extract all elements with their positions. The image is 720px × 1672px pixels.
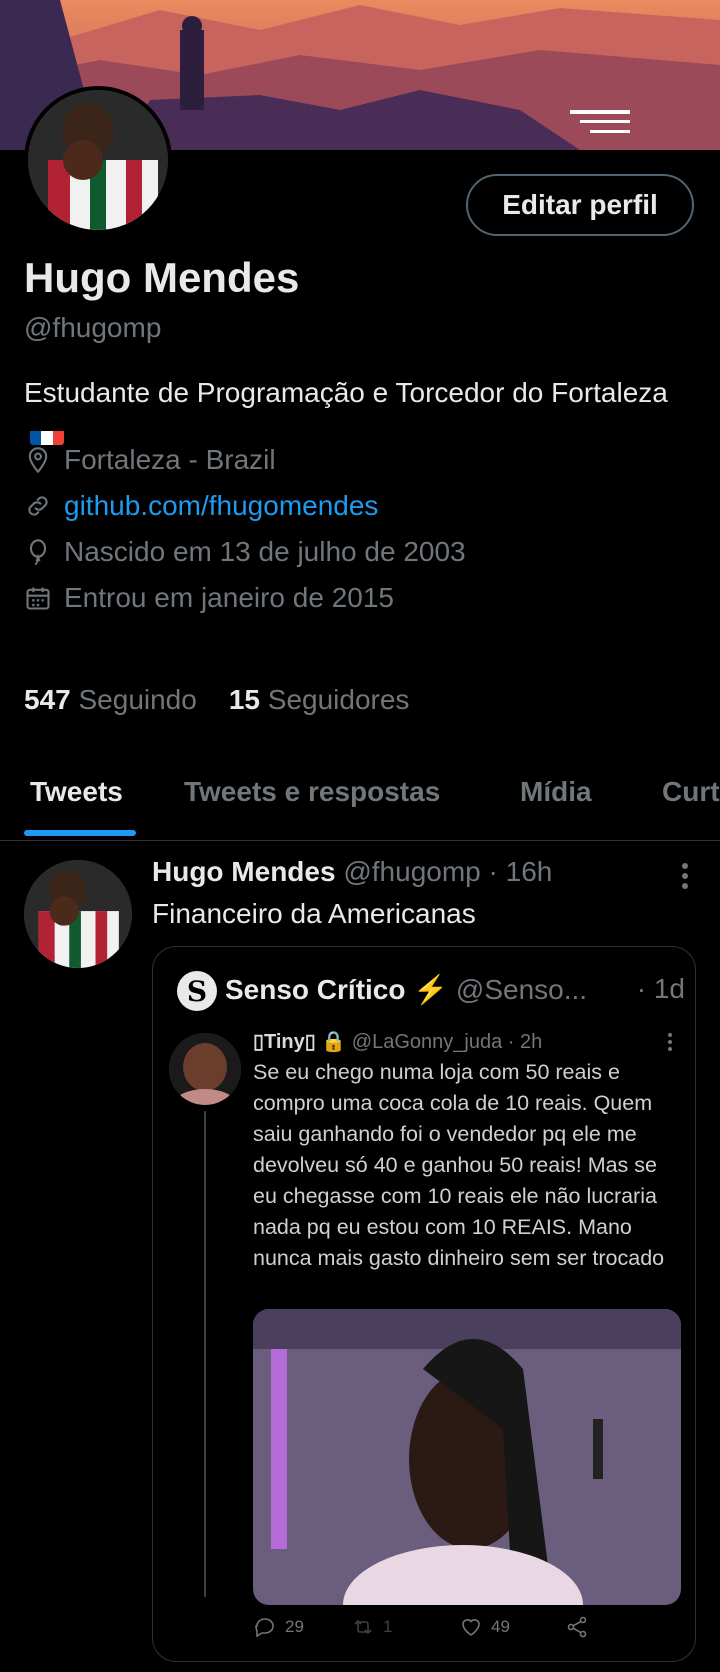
active-tab-indicator — [24, 830, 136, 836]
inner-author-name: ▯Tiny▯ 🔒 — [253, 1031, 347, 1053]
bio-text: Estudante de Programação e Torcedor do F… — [24, 377, 668, 408]
quoted-tweet-header: Senso Crítico ⚡ @Senso... · 1d — [225, 973, 685, 1006]
website-link[interactable]: github.com/fhugomendes — [64, 490, 378, 522]
tab-media[interactable]: Mídia — [520, 776, 592, 808]
location-row: Fortaleza - Brazil — [24, 444, 276, 476]
follow-stats: 547 Seguindo 15 Seguidores — [24, 684, 409, 716]
reply-count: 29 — [285, 1617, 304, 1636]
share-action — [565, 1615, 589, 1639]
following-link[interactable]: 547 Seguindo — [24, 684, 197, 716]
tweet-text: Financeiro da Americanas — [152, 898, 476, 929]
edit-profile-button[interactable]: Editar perfil — [466, 174, 694, 236]
followers-label: Seguidores — [267, 684, 410, 715]
quoted-tweet-time: · 1d — [636, 973, 685, 1004]
senso-critico-avatar: S — [177, 971, 217, 1011]
inner-author-handle-time: @LaGonny_juda · 2h — [351, 1031, 543, 1053]
followers-count: 15 — [228, 684, 260, 715]
tweet-header: Hugo Mendes @fhugomp · 16h — [152, 856, 552, 888]
link-icon — [28, 496, 48, 516]
website-row[interactable]: github.com/fhugomendes — [24, 490, 378, 522]
inner-tweet-actions: 29 1 49 — [253, 1615, 673, 1651]
tweet-handle-time: @fhugomp · 16h — [343, 856, 553, 887]
followers-link[interactable]: 15 Seguidores — [229, 684, 410, 716]
thread-line — [204, 1111, 206, 1597]
following-count: 547 — [24, 684, 71, 715]
profile-tabs: Tweets Tweets e respostas Mídia Curt — [0, 760, 720, 841]
inner-more-icon — [668, 1033, 672, 1051]
profile-avatar[interactable] — [24, 86, 172, 234]
like-action: 49 — [459, 1615, 510, 1639]
birthday-text: Nascido em 13 de julho de 2003 — [64, 536, 466, 567]
france-flag-icon — [30, 423, 64, 445]
profile-handle: @fhugomp — [24, 312, 162, 343]
quoted-tweet[interactable]: S Senso Crítico ⚡ @Senso... · 1d ▯Tiny▯ … — [152, 946, 696, 1662]
retweet-action: 1 — [351, 1615, 392, 1639]
following-label: Seguindo — [78, 684, 197, 715]
inner-tweet-header: ▯Tiny▯ 🔒 @LaGonny_juda · 2h — [253, 1029, 542, 1054]
tweet-avatar[interactable] — [24, 860, 132, 968]
quoted-author-name: Senso Crítico ⚡ — [225, 974, 449, 1005]
more-options-icon[interactable] — [680, 862, 690, 892]
share-icon — [567, 1616, 587, 1638]
joined-row: Entrou em janeiro de 2015 — [24, 582, 394, 614]
inner-tweet-avatar — [169, 1033, 241, 1105]
tab-tweets-replies[interactable]: Tweets e respostas — [184, 776, 440, 808]
tab-tweets[interactable]: Tweets — [30, 776, 123, 808]
like-count: 49 — [491, 1617, 510, 1636]
joined-text: Entrou em janeiro de 2015 — [64, 582, 394, 613]
tab-likes[interactable]: Curt — [662, 776, 720, 808]
balloon-icon — [29, 539, 47, 565]
heart-icon — [462, 1619, 480, 1636]
birthday-row: Nascido em 13 de julho de 2003 — [24, 536, 466, 568]
retweet-icon — [354, 1619, 372, 1635]
inner-tweet-media — [253, 1309, 681, 1605]
profile-bio: Estudante de Programação e Torcedor do F… — [24, 372, 684, 454]
quoted-author-handle: @Senso... — [455, 974, 588, 1005]
retweet-count: 1 — [383, 1617, 393, 1636]
inner-tweet-text: Se eu chego numa loja com 50 reais e com… — [253, 1060, 665, 1270]
calendar-icon — [26, 587, 50, 610]
reply-icon — [255, 1618, 274, 1638]
tweet-author-name[interactable]: Hugo Mendes — [152, 856, 336, 887]
location-text: Fortaleza - Brazil — [64, 444, 276, 475]
reply-action: 29 — [253, 1615, 304, 1639]
profile-name: Hugo Mendes — [24, 254, 300, 301]
location-pin-icon — [28, 447, 48, 474]
